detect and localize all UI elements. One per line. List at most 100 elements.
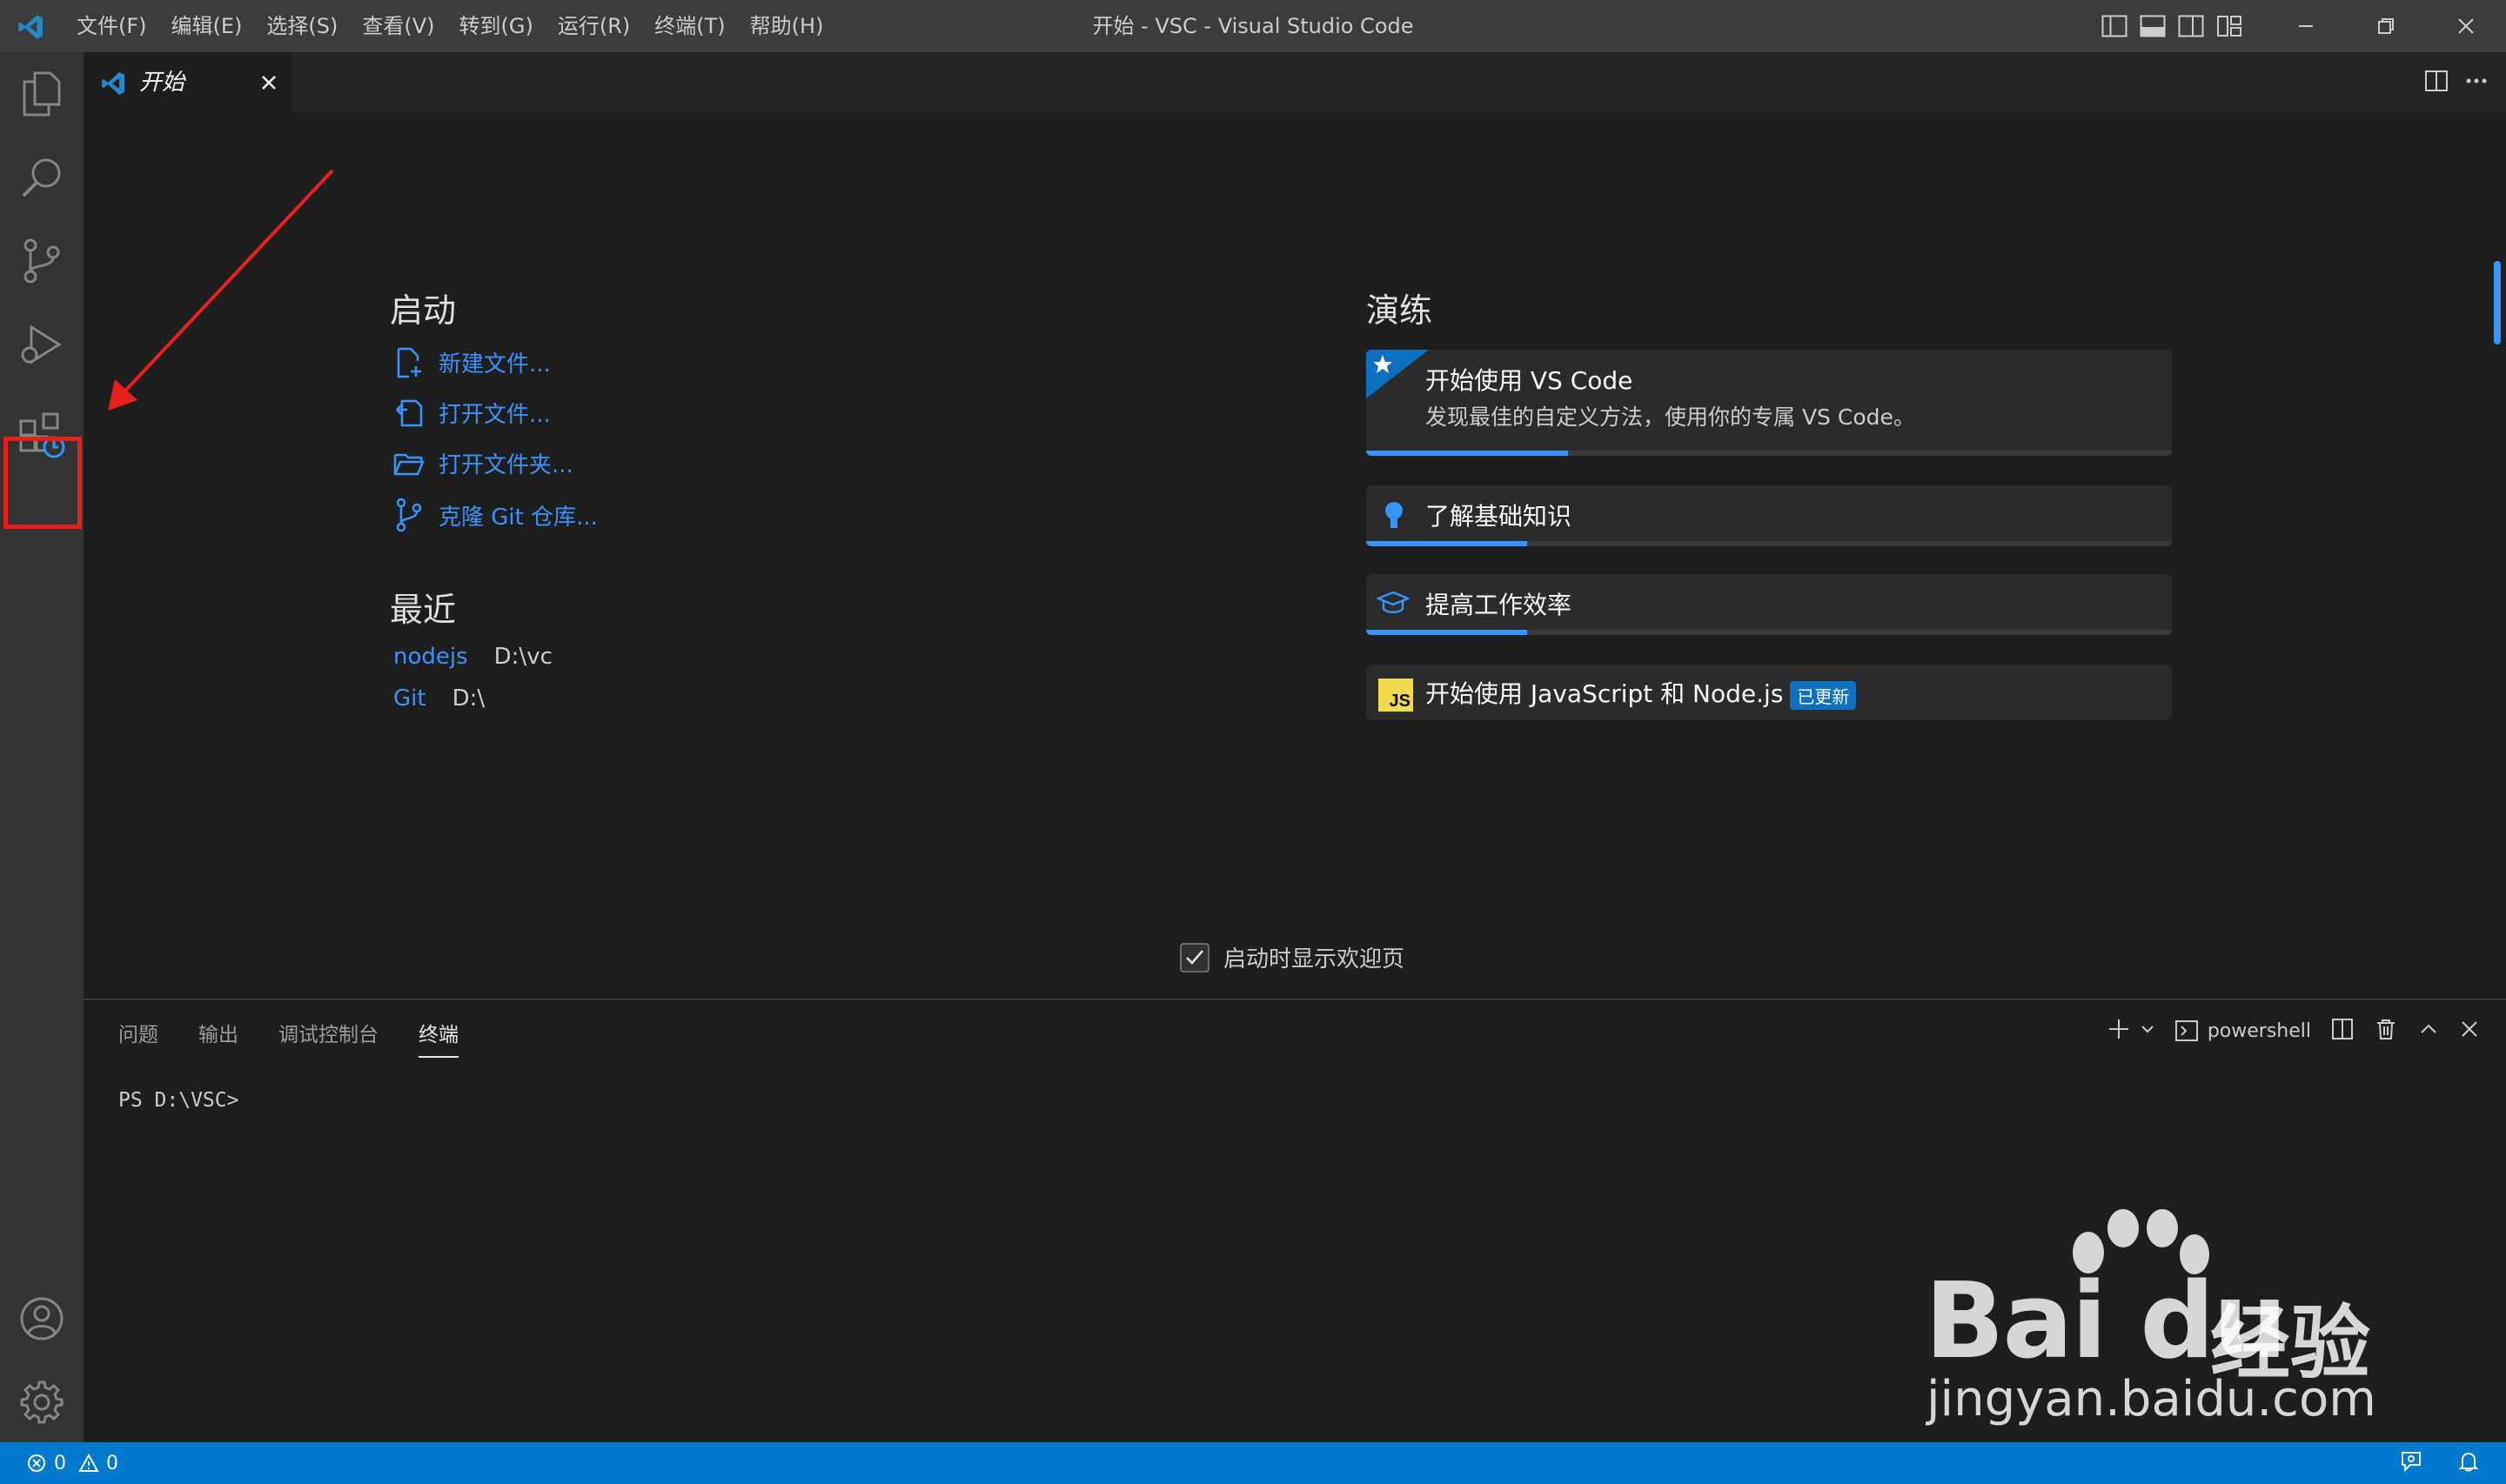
show-welcome-on-startup[interactable]: 启动时显示欢迎页 xyxy=(1180,941,1404,973)
recent-item[interactable]: nodejs D:\vc xyxy=(393,644,553,670)
panel-tabs: 问题 输出 调试控制台 终端 xyxy=(118,1018,459,1058)
run-debug-button[interactable] xyxy=(0,303,84,386)
accounts-button[interactable] xyxy=(0,1277,84,1360)
close-icon xyxy=(262,76,276,90)
close-panel-button[interactable] xyxy=(2459,1019,2480,1043)
split-editor-button[interactable] xyxy=(2424,69,2449,97)
explorer-button[interactable] xyxy=(0,52,84,136)
files-icon xyxy=(23,71,61,117)
mortarboard-icon xyxy=(1377,591,1410,613)
new-file-icon xyxy=(397,347,421,378)
more-actions-button[interactable] xyxy=(2464,69,2489,97)
terminal-instance[interactable]: powershell xyxy=(2174,1019,2311,1043)
walkthrough-title: 开始使用 VS Code xyxy=(1425,366,1633,395)
status-right-items xyxy=(2400,1442,2480,1484)
terminal-dropdown-button[interactable] xyxy=(2140,1021,2155,1040)
new-terminal-button[interactable] xyxy=(2107,1017,2131,1045)
folder-open-icon xyxy=(393,453,425,475)
problems-status[interactable]: 0 0 xyxy=(26,1442,118,1484)
recent-item-name[interactable]: nodejs xyxy=(393,644,468,670)
error-count: 0 xyxy=(54,1452,66,1474)
plus-icon xyxy=(2108,1019,2128,1039)
chevron-up-icon xyxy=(2421,1024,2436,1033)
walkthrough-card-javascript[interactable]: JS 开始使用 JavaScript 和 Node.js 已更新 xyxy=(1366,665,2172,720)
layout-panel-icon xyxy=(2140,15,2166,37)
menu-view[interactable]: 查看(V) xyxy=(350,0,446,52)
tab-terminal[interactable]: 终端 xyxy=(419,1018,459,1058)
close-window-button[interactable] xyxy=(2426,0,2506,52)
source-control-button[interactable] xyxy=(0,219,84,303)
open-file-label: 打开文件... xyxy=(439,402,551,428)
kill-terminal-button[interactable] xyxy=(2374,1017,2398,1045)
menu-run[interactable]: 运行(R) xyxy=(546,0,642,52)
terminal-prompt[interactable]: PS D:\VSC> xyxy=(118,1089,238,1112)
menu-selection[interactable]: 选择(S) xyxy=(254,0,350,52)
tab-welcome[interactable]: 开始 xyxy=(84,52,292,113)
watermark-url: jingyan.baidu.com xyxy=(1926,1371,2376,1427)
menu-edit[interactable]: 编辑(E) xyxy=(159,0,255,52)
red-annotation-arrow xyxy=(108,169,334,411)
walkthrough-title: 提高工作效率 xyxy=(1425,591,1572,619)
recent-heading: 最近 xyxy=(390,591,457,629)
layout-sidebar-right-icon xyxy=(2178,15,2204,37)
walkthroughs-heading: 演练 xyxy=(1366,291,1433,330)
menu-file[interactable]: 文件(F) xyxy=(64,0,159,52)
terminal-icon xyxy=(2174,1020,2198,1041)
editor-scrollbar-thumb[interactable] xyxy=(2494,261,2501,344)
minimize-icon xyxy=(2299,25,2313,27)
search-button[interactable] xyxy=(0,136,84,219)
welcome-page: 启动 新建文件... 打开文件... 打开文件夹... 克隆 Git 仓库...… xyxy=(84,113,2506,999)
search-icon xyxy=(22,158,61,197)
minimize-button[interactable] xyxy=(2266,0,2346,52)
status-bar: 0 0 xyxy=(0,1442,2506,1484)
show-welcome-checkbox[interactable] xyxy=(1180,942,1209,973)
menu-terminal[interactable]: 终端(T) xyxy=(642,0,737,52)
tab-output[interactable]: 输出 xyxy=(198,1018,238,1058)
walkthrough-card-fundamentals[interactable]: 了解基础知识 xyxy=(1366,485,2172,546)
layout-customize-icon xyxy=(2217,16,2241,37)
walkthrough-progress xyxy=(1366,451,2172,456)
recent-item-path: D:\ xyxy=(452,685,486,712)
git-branch-icon xyxy=(396,498,422,532)
new-file-link[interactable]: 新建文件... xyxy=(393,346,551,378)
editor-actions xyxy=(2424,52,2489,113)
recent-item[interactable]: Git D:\ xyxy=(393,685,485,712)
open-folder-label: 打开文件夹... xyxy=(439,452,573,478)
toggle-secondary-sidebar-button[interactable] xyxy=(2172,0,2210,52)
walkthrough-card-get-started[interactable]: 开始使用 VS Code 发现最佳的自定义方法，使用你的专属 VS Code。 xyxy=(1366,350,2172,456)
bell-icon xyxy=(2458,1452,2479,1472)
menu-go[interactable]: 转到(G) xyxy=(447,0,546,52)
tab-close-button[interactable] xyxy=(254,68,284,97)
feedback-icon xyxy=(2402,1452,2421,1473)
open-file-link[interactable]: 打开文件... xyxy=(393,397,551,429)
menu-bar: 文件(F) 编辑(E) 选择(S) 查看(V) 转到(G) 运行(R) 终端(T… xyxy=(64,0,835,52)
gear-icon xyxy=(20,1380,64,1424)
vscode-tab-icon xyxy=(102,72,124,95)
recent-item-name[interactable]: Git xyxy=(393,685,426,712)
clone-git-link[interactable]: 克隆 Git 仓库... xyxy=(393,498,598,532)
panel-actions: powershell xyxy=(2107,1011,2480,1051)
walkthrough-card-productivity[interactable]: 提高工作效率 xyxy=(1366,574,2172,635)
customize-layout-button[interactable] xyxy=(2210,0,2248,52)
feedback-button[interactable] xyxy=(2400,1450,2422,1476)
toggle-primary-sidebar-button[interactable] xyxy=(2095,0,2134,52)
checkmark-icon xyxy=(1186,949,1203,965)
chevron-down-icon xyxy=(2141,1026,2154,1033)
split-terminal-button[interactable] xyxy=(2330,1017,2355,1045)
open-folder-link[interactable]: 打开文件夹... xyxy=(393,447,573,479)
walkthrough-progress xyxy=(1366,630,2172,635)
tab-debug-console[interactable]: 调试控制台 xyxy=(278,1018,379,1058)
toggle-panel-button[interactable] xyxy=(2134,0,2172,52)
ellipsis-icon xyxy=(2466,78,2487,84)
tab-problems[interactable]: 问题 xyxy=(118,1018,158,1058)
menu-help[interactable]: 帮助(H) xyxy=(738,0,836,52)
split-terminal-icon xyxy=(2332,1019,2353,1039)
maximize-panel-button[interactable] xyxy=(2417,1018,2440,1044)
manage-button[interactable] xyxy=(0,1360,84,1444)
walkthrough-progress-fill xyxy=(1366,630,1528,635)
restore-button[interactable] xyxy=(2346,0,2426,52)
show-welcome-label: 启动时显示欢迎页 xyxy=(1223,946,1405,973)
title-bar: 文件(F) 编辑(E) 选择(S) 查看(V) 转到(G) 运行(R) 终端(T… xyxy=(0,0,2506,52)
notifications-button[interactable] xyxy=(2457,1450,2480,1476)
vscode-logo-icon xyxy=(18,15,43,39)
